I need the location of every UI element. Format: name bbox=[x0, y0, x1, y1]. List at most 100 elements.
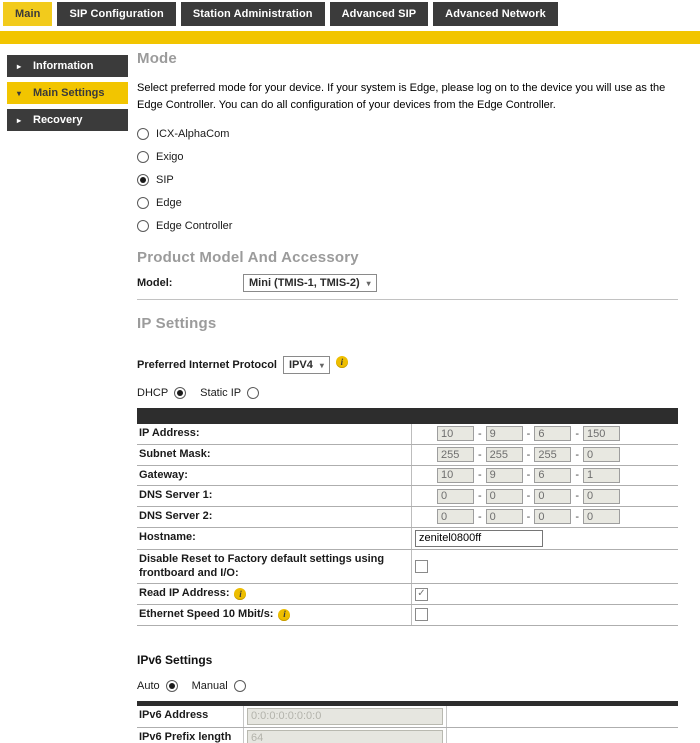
ethernet-speed-label: Ethernet Speed 10 Mbit/s: bbox=[139, 608, 273, 622]
tab-station-administration[interactable]: Station Administration bbox=[181, 2, 325, 26]
radio-label: ICX-AlphaCom bbox=[156, 128, 229, 140]
read-ip-address-checkbox[interactable]: ✓ bbox=[415, 588, 428, 601]
ipv6-settings-table: IPv6 Address IPv6 Prefix length IPv6 DNS… bbox=[137, 701, 678, 743]
gateway-octet-4 bbox=[583, 468, 620, 483]
tab-main[interactable]: Main bbox=[3, 2, 52, 26]
ipv6-prefix-length-input bbox=[247, 730, 443, 743]
sidebar-item-label: Recovery bbox=[33, 114, 83, 126]
dns-server-1-label: DNS Server 1: bbox=[137, 486, 411, 506]
mode-heading: Mode bbox=[137, 50, 678, 67]
sidebar-item-label: Information bbox=[33, 60, 94, 72]
gateway-octet-3 bbox=[534, 468, 571, 483]
radio-label: Edge Controller bbox=[156, 220, 232, 232]
radio-icon[interactable] bbox=[137, 174, 149, 186]
model-row: Model: Mini (TMIS-1, TMIS-2) ▾ bbox=[137, 274, 678, 300]
mode-option-edge[interactable]: Edge bbox=[137, 197, 678, 209]
ipv6-manual-radio[interactable] bbox=[234, 680, 246, 692]
radio-icon[interactable] bbox=[137, 197, 149, 209]
radio-icon[interactable] bbox=[137, 151, 149, 163]
mode-description: Select preferred mode for your device. I… bbox=[137, 80, 693, 114]
dash-separator: - bbox=[478, 490, 482, 502]
ipv6-settings-heading: IPv6 Settings bbox=[137, 653, 678, 667]
dash-separator: - bbox=[478, 428, 482, 440]
ip-settings-heading: IP Settings bbox=[137, 315, 678, 332]
dash-separator: - bbox=[575, 490, 579, 502]
dash-separator: - bbox=[575, 469, 579, 481]
chevron-down-icon: ▾ bbox=[17, 89, 25, 98]
model-label: Model: bbox=[137, 277, 243, 289]
sidebar-item-main-settings[interactable]: ▾ Main Settings bbox=[7, 82, 128, 104]
dash-separator: - bbox=[478, 449, 482, 461]
dash-separator: - bbox=[527, 490, 531, 502]
ipv6-auto-manual-row: Auto Manual bbox=[137, 680, 678, 692]
table-row: IP Address: - - - bbox=[137, 424, 678, 445]
subnet-mask-octet-3 bbox=[534, 447, 571, 462]
radio-icon[interactable] bbox=[137, 220, 149, 232]
sidebar-item-label: Main Settings bbox=[33, 87, 105, 99]
static-ip-radio[interactable] bbox=[247, 387, 259, 399]
table-header-bar bbox=[137, 408, 678, 424]
mode-option-sip[interactable]: SIP bbox=[137, 174, 678, 186]
protocol-select[interactable]: IPV4 ▾ bbox=[283, 356, 330, 374]
disable-reset-label: Disable Reset to Factory default setting… bbox=[137, 550, 411, 584]
ip-settings-table: IP Address: - - - Sub bbox=[137, 408, 678, 626]
dash-separator: - bbox=[575, 428, 579, 440]
top-tab-bar: Main SIP Configuration Station Administr… bbox=[0, 0, 700, 26]
dash-separator: - bbox=[527, 511, 531, 523]
auto-label: Auto bbox=[137, 680, 160, 692]
table-row: Subnet Mask: - - - bbox=[137, 445, 678, 466]
ip-address-label: IP Address: bbox=[137, 424, 411, 444]
dash-separator: - bbox=[575, 449, 579, 461]
ethernet-speed-checkbox[interactable]: ✓ bbox=[415, 608, 428, 621]
info-icon[interactable]: i bbox=[234, 588, 246, 600]
table-row: Ethernet Speed 10 Mbit/s: i ✓ bbox=[137, 605, 678, 626]
table-row: Gateway: - - - bbox=[137, 466, 678, 487]
dhcp-label: DHCP bbox=[137, 387, 168, 399]
manual-label: Manual bbox=[192, 680, 228, 692]
radio-label: Edge bbox=[156, 197, 182, 209]
tab-advanced-network[interactable]: Advanced Network bbox=[433, 2, 558, 26]
tab-sip-configuration[interactable]: SIP Configuration bbox=[57, 2, 175, 26]
subnet-mask-octet-1 bbox=[437, 447, 474, 462]
chevron-right-icon: ▸ bbox=[17, 62, 25, 71]
read-ip-address-label: Read IP Address: bbox=[139, 587, 229, 601]
dns-server-2-label: DNS Server 2: bbox=[137, 507, 411, 527]
gateway-label: Gateway: bbox=[137, 466, 411, 486]
dns2-octet-3 bbox=[534, 509, 571, 524]
main-content: Mode Select preferred mode for your devi… bbox=[137, 44, 678, 743]
accent-band bbox=[0, 31, 700, 44]
table-row: Hostname: bbox=[137, 528, 678, 550]
mode-option-edge-controller[interactable]: Edge Controller bbox=[137, 220, 678, 232]
subnet-mask-octet-2 bbox=[486, 447, 523, 462]
dash-separator: - bbox=[478, 469, 482, 481]
ip-address-octet-1 bbox=[437, 426, 474, 441]
hostname-input[interactable] bbox=[415, 530, 543, 547]
dash-separator: - bbox=[527, 449, 531, 461]
sidebar-item-information[interactable]: ▸ Information bbox=[7, 55, 128, 77]
table-row: IPv6 Prefix length bbox=[137, 728, 678, 743]
gateway-octet-1 bbox=[437, 468, 474, 483]
dhcp-radio[interactable] bbox=[174, 387, 186, 399]
ip-address-octet-2 bbox=[486, 426, 523, 441]
dns1-octet-1 bbox=[437, 489, 474, 504]
gateway-octet-2 bbox=[486, 468, 523, 483]
tab-advanced-sip[interactable]: Advanced SIP bbox=[330, 2, 429, 26]
disable-reset-checkbox[interactable]: ✓ bbox=[415, 560, 428, 573]
mode-option-icx-alphacom[interactable]: ICX-AlphaCom bbox=[137, 128, 678, 140]
model-select-value: Mini (TMIS-1, TMIS-2) bbox=[249, 277, 360, 289]
table-row: Disable Reset to Factory default setting… bbox=[137, 550, 678, 585]
ipv6-address-label: IPv6 Address bbox=[137, 706, 243, 726]
sidebar-item-recovery[interactable]: ▸ Recovery bbox=[7, 109, 128, 131]
dns2-octet-4 bbox=[583, 509, 620, 524]
radio-icon[interactable] bbox=[137, 128, 149, 140]
ip-address-octet-3 bbox=[534, 426, 571, 441]
ipv6-auto-radio[interactable] bbox=[166, 680, 178, 692]
dash-separator: - bbox=[478, 511, 482, 523]
dns1-octet-2 bbox=[486, 489, 523, 504]
info-icon[interactable]: i bbox=[278, 609, 290, 621]
model-select[interactable]: Mini (TMIS-1, TMIS-2) ▾ bbox=[243, 274, 377, 292]
info-icon[interactable]: i bbox=[336, 356, 348, 368]
static-ip-label: Static IP bbox=[200, 387, 241, 399]
mode-option-exigo[interactable]: Exigo bbox=[137, 151, 678, 163]
chevron-down-icon: ▾ bbox=[320, 361, 324, 370]
